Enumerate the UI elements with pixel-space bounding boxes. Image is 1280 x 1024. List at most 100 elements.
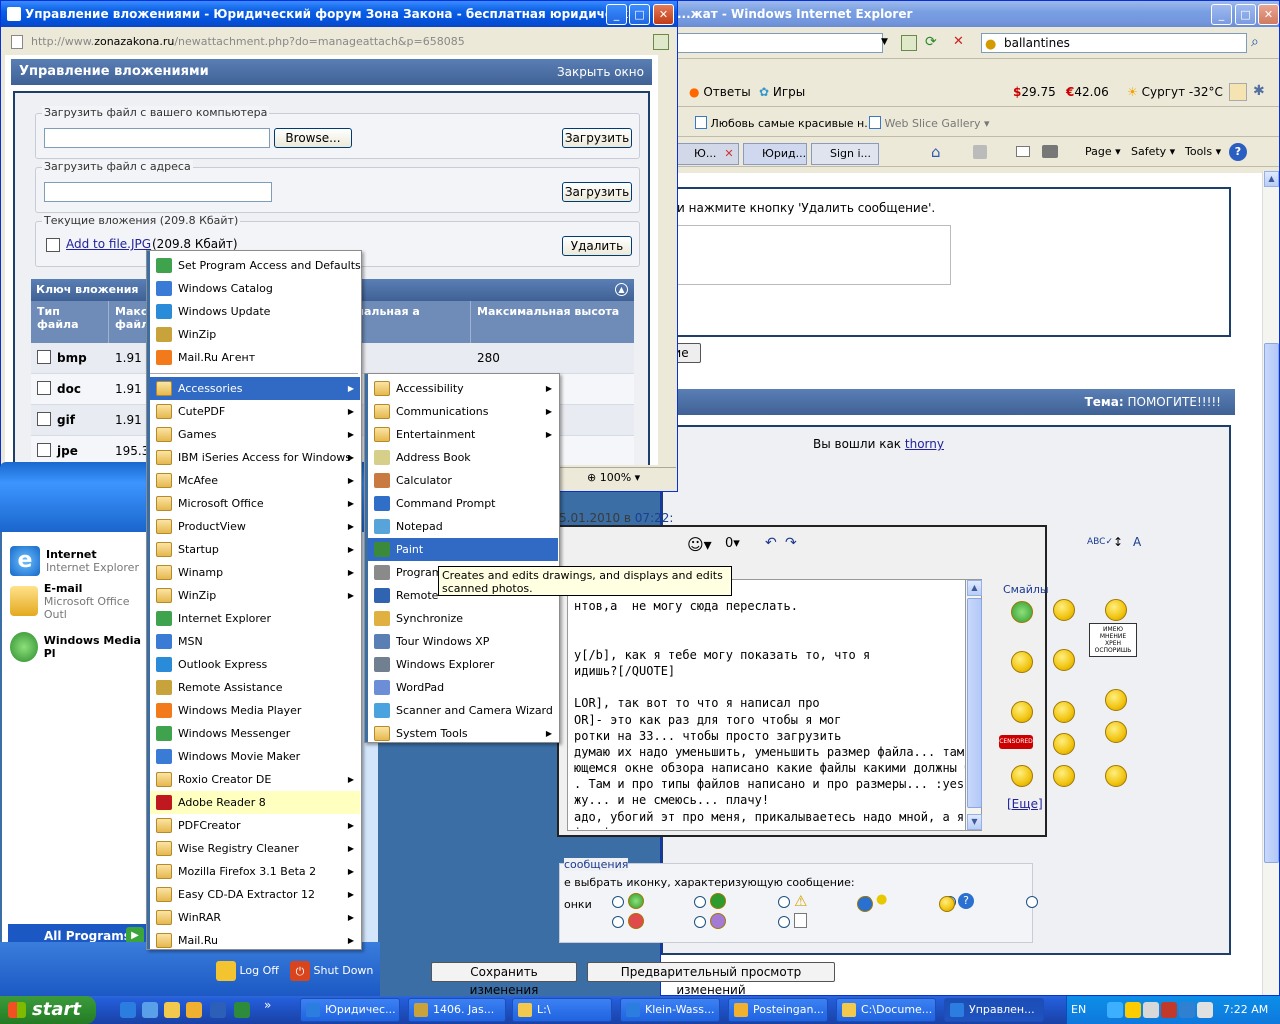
- program-item[interactable]: Windows Media Player: [150, 699, 360, 722]
- page-scrollbar[interactable]: ▲: [1262, 171, 1279, 995]
- address-input[interactable]: [671, 33, 883, 53]
- explorer-quicklaunch-icon[interactable]: [164, 1002, 180, 1018]
- accessory-item[interactable]: Communications ▶: [368, 400, 558, 423]
- smiley-icon[interactable]: [1011, 651, 1033, 673]
- compat-icon[interactable]: [653, 34, 669, 50]
- icon-radio[interactable]: [612, 916, 624, 928]
- smiley-icon[interactable]: [1011, 701, 1033, 723]
- minimize-button[interactable]: _: [606, 4, 627, 25]
- program-item[interactable]: Winamp ▶: [150, 561, 360, 584]
- pinned-email[interactable]: E-mail Microsoft Office Outl: [10, 582, 148, 621]
- program-item[interactable]: MSN: [150, 630, 360, 653]
- program-item[interactable]: WinRAR ▶: [150, 906, 360, 929]
- program-item[interactable]: Mail.Ru ▶: [150, 929, 360, 952]
- program-item[interactable]: Startup ▶: [150, 538, 360, 561]
- more-smilies-link[interactable]: [Еще]: [1007, 797, 1043, 811]
- games-link[interactable]: ✿ Игры: [759, 85, 805, 99]
- web-slice-gallery[interactable]: Web Slice Gallery ▾: [869, 116, 990, 130]
- file-path-input[interactable]: [44, 128, 270, 148]
- search-input[interactable]: ● ballantines: [981, 33, 1247, 53]
- taskbar-button[interactable]: C:\Docume...: [836, 998, 936, 1022]
- program-item[interactable]: Adobe Reader 8: [150, 791, 360, 814]
- pinned-internet[interactable]: e Internet Internet Explorer: [10, 542, 139, 580]
- tray-app-icon[interactable]: [1143, 1002, 1159, 1018]
- accessory-item[interactable]: Synchronize: [368, 607, 558, 630]
- program-item[interactable]: Accessories ▶: [150, 377, 360, 400]
- accessory-item[interactable]: Command Prompt: [368, 492, 558, 515]
- program-item[interactable]: PDFCreator ▶: [150, 814, 360, 837]
- close-window-link[interactable]: Закрыть окно: [557, 59, 644, 85]
- dropdown-icon[interactable]: ▼: [881, 37, 888, 47]
- scroll-up-icon[interactable]: ▲: [1264, 171, 1279, 187]
- program-item[interactable]: Set Program Access and Defaults: [150, 254, 361, 277]
- font-size-icon[interactable]: A: [1133, 535, 1141, 549]
- smiley-icon[interactable]: [1053, 765, 1075, 787]
- preview-changes-button[interactable]: Предварительный просмотр изменений: [587, 962, 835, 997]
- smiley-icon[interactable]: [1053, 701, 1075, 723]
- accessory-item[interactable]: Calculator: [368, 469, 558, 492]
- smiley-icon[interactable]: [1053, 649, 1075, 671]
- print-icon[interactable]: [1042, 145, 1058, 158]
- start-button[interactable]: start: [0, 996, 96, 1024]
- taskbar-button[interactable]: Юридичес...: [300, 998, 400, 1022]
- close-button[interactable]: ✕: [653, 4, 674, 25]
- excel-quicklaunch-icon[interactable]: [234, 1002, 250, 1018]
- refresh-icon[interactable]: ⟳: [925, 34, 937, 50]
- mail-icon[interactable]: [1016, 146, 1030, 157]
- scroll-thumb[interactable]: [1264, 343, 1279, 863]
- url-input[interactable]: [44, 182, 272, 202]
- program-item[interactable]: Outlook Express: [150, 653, 360, 676]
- outlook-quicklaunch-icon[interactable]: [186, 1002, 202, 1018]
- help-icon[interactable]: ?: [1229, 143, 1247, 161]
- redo-icon[interactable]: ↷: [785, 535, 797, 551]
- tray-security-icon[interactable]: [1125, 1002, 1141, 1018]
- program-item[interactable]: Remote Assistance: [150, 676, 360, 699]
- safety-menu[interactable]: Safety ▾: [1131, 145, 1175, 158]
- browser-quicklaunch-icon[interactable]: [142, 1002, 158, 1018]
- save-changes-button[interactable]: Сохранить изменения: [431, 962, 577, 997]
- username-link[interactable]: thorny: [905, 437, 944, 451]
- delete-reason-field[interactable]: [677, 225, 951, 285]
- smiley-icon[interactable]: [1011, 601, 1033, 623]
- editor-scrollbar[interactable]: ▲ ▼: [965, 579, 982, 831]
- maximize-button[interactable]: □: [629, 4, 650, 25]
- tab-2[interactable]: Юрид...: [743, 143, 807, 165]
- icon-radio[interactable]: [1026, 896, 1038, 908]
- home-icon[interactable]: ⌂: [931, 143, 941, 161]
- taskbar-button[interactable]: Управлен...: [944, 998, 1044, 1022]
- icon-radio[interactable]: [778, 896, 790, 908]
- accessory-item[interactable]: Windows Explorer: [368, 653, 558, 676]
- accessory-item[interactable]: WordPad: [368, 676, 558, 699]
- accessory-item[interactable]: Tour Windows XP: [368, 630, 558, 653]
- program-item[interactable]: Windows Movie Maker: [150, 745, 360, 768]
- smiley-icon[interactable]: [1053, 733, 1075, 755]
- sign-smiley-icon[interactable]: ИМЕЮ МНЕНИЕ ХРЕН ОСПОРИШЬ: [1089, 623, 1137, 657]
- icon-radio[interactable]: [694, 896, 706, 908]
- feeds-icon[interactable]: [973, 145, 987, 159]
- tray-help-icon[interactable]: [1197, 1002, 1213, 1018]
- smiley-icon[interactable]: [1105, 689, 1127, 711]
- program-item[interactable]: Microsoft Office ▶: [150, 492, 360, 515]
- close-button[interactable]: ✕: [1258, 4, 1279, 25]
- word-quicklaunch-icon[interactable]: [210, 1002, 226, 1018]
- accessory-item[interactable]: Paint: [368, 538, 558, 561]
- taskbar-button[interactable]: Klein-Wass...: [620, 998, 720, 1022]
- tab-3[interactable]: Sign i...: [811, 143, 879, 165]
- smiley-icon[interactable]: [1105, 721, 1127, 743]
- smiley-icon[interactable]: [1105, 765, 1127, 787]
- smiley-toolbar-icon[interactable]: ☺▾: [687, 535, 712, 554]
- program-item[interactable]: IBM iSeries Access for Windows ▶: [150, 446, 360, 469]
- more-quicklaunch-icon[interactable]: »: [264, 998, 271, 1012]
- program-item[interactable]: Windows Messenger: [150, 722, 360, 745]
- smiley-icon[interactable]: [1105, 599, 1127, 621]
- smiley-icon[interactable]: [1011, 765, 1033, 787]
- pinned-media-player[interactable]: Windows Media Pl: [10, 628, 148, 666]
- favorite-item[interactable]: Любовь самые красивые н...: [695, 116, 875, 130]
- program-item[interactable]: Games ▶: [150, 423, 360, 446]
- program-item[interactable]: Wise Registry Cleaner ▶: [150, 837, 360, 860]
- program-item[interactable]: ProductView ▶: [150, 515, 360, 538]
- message-textarea[interactable]: калнантов,а не могу сюда переслать.y[/b]…: [567, 579, 977, 831]
- tools-menu[interactable]: Tools ▾: [1185, 145, 1221, 158]
- program-item[interactable]: Windows Update: [150, 300, 360, 323]
- tab-close-icon[interactable]: ✕: [724, 147, 733, 160]
